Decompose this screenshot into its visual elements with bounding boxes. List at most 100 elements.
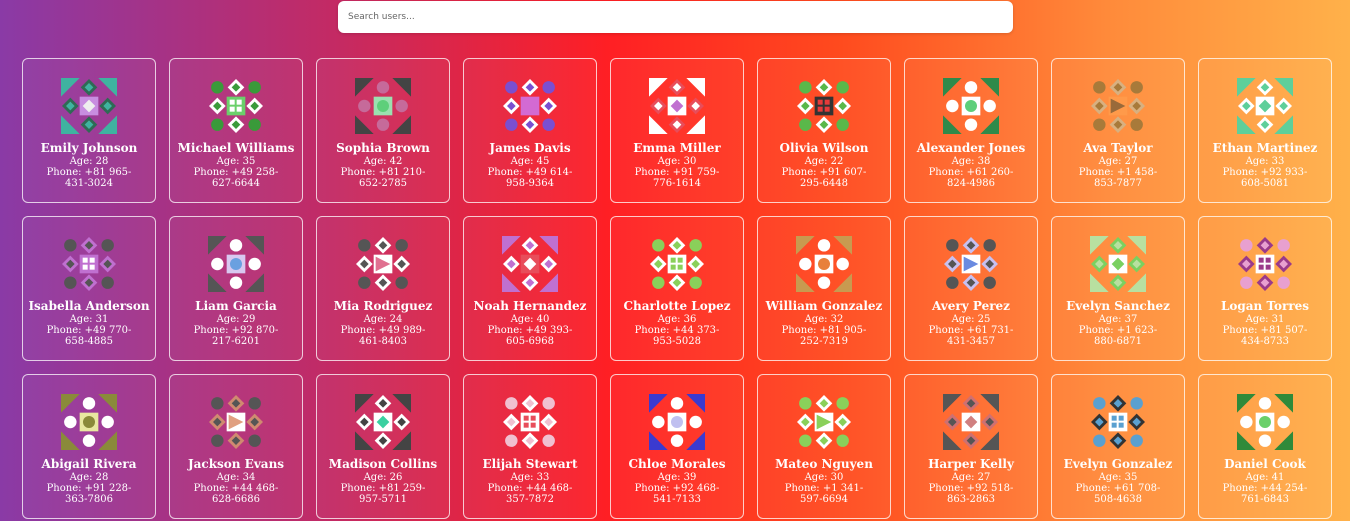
user-card[interactable]: Olivia Wilson Age: 22 Phone: +91 607-295-6… xyxy=(757,58,891,203)
avatar xyxy=(61,78,117,134)
user-age: Age: 31 xyxy=(1245,314,1285,325)
user-name: James Davis xyxy=(489,141,571,155)
user-card[interactable]: Mia Rodriguez Age: 24 Phone: +49 989-461-8… xyxy=(316,216,450,361)
user-card[interactable]: Logan Torres Age: 31 Phone: +81 507-434-87… xyxy=(1198,216,1332,361)
user-age: Age: 30 xyxy=(804,472,844,483)
avatar xyxy=(355,78,411,134)
user-phone: Phone: +92 468-541-7133 xyxy=(634,483,720,505)
avatar xyxy=(209,79,263,133)
avatar xyxy=(943,78,999,134)
user-card[interactable]: Sophia Brown Age: 42 Phone: +81 210-652-27… xyxy=(316,58,450,203)
avatar xyxy=(1091,79,1145,133)
user-card[interactable]: Emma Miller Age: 30 Phone: +91 759-776-161… xyxy=(610,58,744,203)
user-name: Evelyn Sanchez xyxy=(1066,299,1170,313)
user-name: Charlotte Lopez xyxy=(623,299,731,313)
avatar xyxy=(649,394,705,450)
user-card[interactable]: Elijah Stewart Age: 33 Phone: +44 468-357-… xyxy=(463,374,597,519)
user-name: Elijah Stewart xyxy=(482,457,578,471)
user-name: Emily Johnson xyxy=(40,141,138,155)
user-name: Olivia Wilson xyxy=(779,141,869,155)
user-age: Age: 24 xyxy=(363,314,403,325)
user-age: Age: 29 xyxy=(216,314,256,325)
user-name: Evelyn Gonzalez xyxy=(1063,457,1173,471)
user-age: Age: 35 xyxy=(1098,472,1138,483)
user-name: Chloe Morales xyxy=(628,457,726,471)
avatar xyxy=(1091,395,1145,449)
user-age: Age: 34 xyxy=(216,472,256,483)
user-phone: Phone: +61 260-824-4986 xyxy=(928,167,1014,189)
user-age: Age: 35 xyxy=(216,156,256,167)
user-phone: Phone: +81 965-431-3024 xyxy=(46,167,132,189)
user-phone: Phone: +1 341-597-6694 xyxy=(784,483,864,505)
user-card[interactable]: Noah Hernandez Age: 40 Phone: +49 393-605-… xyxy=(463,216,597,361)
user-phone: Phone: +92 518-863-2863 xyxy=(928,483,1014,505)
user-grid: Emily Johnson Age: 28 Phone: +81 965-431-3… xyxy=(22,58,1332,519)
user-age: Age: 36 xyxy=(657,314,697,325)
avatar xyxy=(1237,78,1293,134)
user-age: Age: 28 xyxy=(69,472,109,483)
avatar xyxy=(1090,236,1146,292)
user-card[interactable]: Jackson Evans Age: 34 Phone: +44 468-628-6… xyxy=(169,374,303,519)
user-card[interactable]: Evelyn Gonzalez Age: 35 Phone: +61 708-508… xyxy=(1051,374,1185,519)
user-name: Madison Collins xyxy=(328,457,438,471)
user-phone: Phone: +91 228-363-7806 xyxy=(46,483,132,505)
avatar xyxy=(1238,237,1292,291)
user-name: Harper Kelly xyxy=(928,457,1014,471)
user-card[interactable]: Madison Collins Age: 26 Phone: +81 259-957… xyxy=(316,374,450,519)
user-phone: Phone: +49 258-627-6644 xyxy=(193,167,279,189)
user-age: Age: 33 xyxy=(1245,156,1285,167)
avatar xyxy=(944,237,998,291)
user-phone: Phone: +1 623-880-6871 xyxy=(1078,325,1158,347)
user-card[interactable]: Abigail Rivera Age: 28 Phone: +91 228-363-… xyxy=(22,374,156,519)
user-age: Age: 39 xyxy=(657,472,697,483)
avatar xyxy=(650,237,704,291)
avatar xyxy=(943,394,999,450)
user-age: Age: 31 xyxy=(69,314,109,325)
user-card[interactable]: Avery Perez Age: 25 Phone: +61 731-431-345… xyxy=(904,216,1038,361)
avatar xyxy=(62,237,116,291)
user-card[interactable]: Ethan Martinez Age: 33 Phone: +92 933-608-… xyxy=(1198,58,1332,203)
user-name: Isabella Anderson xyxy=(28,299,150,313)
user-phone: Phone: +61 731-431-3457 xyxy=(928,325,1014,347)
user-card[interactable]: Mateo Nguyen Age: 30 Phone: +1 341-597-669… xyxy=(757,374,891,519)
user-age: Age: 25 xyxy=(951,314,991,325)
avatar xyxy=(209,395,263,449)
user-phone: Phone: +44 373-953-5028 xyxy=(634,325,720,347)
user-card[interactable]: James Davis Age: 45 Phone: +49 614-958-936… xyxy=(463,58,597,203)
avatar xyxy=(796,236,852,292)
search-input[interactable] xyxy=(338,1,1013,33)
user-phone: Phone: +81 210-652-2785 xyxy=(340,167,426,189)
user-phone: Phone: +91 607-295-6448 xyxy=(781,167,867,189)
user-card[interactable]: Alexander Jones Age: 38 Phone: +61 260-824… xyxy=(904,58,1038,203)
user-phone: Phone: +81 259-957-5711 xyxy=(340,483,426,505)
user-name: Daniel Cook xyxy=(1224,457,1306,471)
user-card[interactable]: Evelyn Sanchez Age: 37 Phone: +1 623-880-6… xyxy=(1051,216,1185,361)
user-age: Age: 26 xyxy=(363,472,403,483)
user-name: Liam Garcia xyxy=(195,299,277,313)
user-card[interactable]: Liam Garcia Age: 29 Phone: +92 870-217-620… xyxy=(169,216,303,361)
user-name: Avery Perez xyxy=(931,299,1010,313)
user-card[interactable]: Michael Williams Age: 35 Phone: +49 258-62… xyxy=(169,58,303,203)
avatar xyxy=(1237,394,1293,450)
user-name: William Gonzalez xyxy=(765,299,883,313)
avatar xyxy=(61,394,117,450)
user-age: Age: 41 xyxy=(1245,472,1285,483)
user-card[interactable]: William Gonzalez Age: 32 Phone: +81 905-25… xyxy=(757,216,891,361)
user-name: Mateo Nguyen xyxy=(775,457,873,471)
user-age: Age: 37 xyxy=(1098,314,1138,325)
user-card[interactable]: Isabella Anderson Age: 31 Phone: +49 770-6… xyxy=(22,216,156,361)
user-card[interactable]: Harper Kelly Age: 27 Phone: +92 518-863-28… xyxy=(904,374,1038,519)
user-name: Michael Williams xyxy=(177,141,295,155)
user-card[interactable]: Emily Johnson Age: 28 Phone: +81 965-431-3… xyxy=(22,58,156,203)
user-age: Age: 42 xyxy=(363,156,403,167)
user-age: Age: 45 xyxy=(510,156,550,167)
user-card[interactable]: Charlotte Lopez Age: 36 Phone: +44 373-953… xyxy=(610,216,744,361)
avatar xyxy=(503,395,557,449)
user-phone: Phone: +81 507-434-8733 xyxy=(1222,325,1308,347)
user-phone: Phone: +1 458-853-7877 xyxy=(1078,167,1158,189)
user-phone: Phone: +44 254-761-6843 xyxy=(1222,483,1308,505)
user-phone: Phone: +49 770-658-4885 xyxy=(46,325,132,347)
user-card[interactable]: Daniel Cook Age: 41 Phone: +44 254-761-684… xyxy=(1198,374,1332,519)
user-card[interactable]: Ava Taylor Age: 27 Phone: +1 458-853-7877 xyxy=(1051,58,1185,203)
user-card[interactable]: Chloe Morales Age: 39 Phone: +92 468-541-7… xyxy=(610,374,744,519)
